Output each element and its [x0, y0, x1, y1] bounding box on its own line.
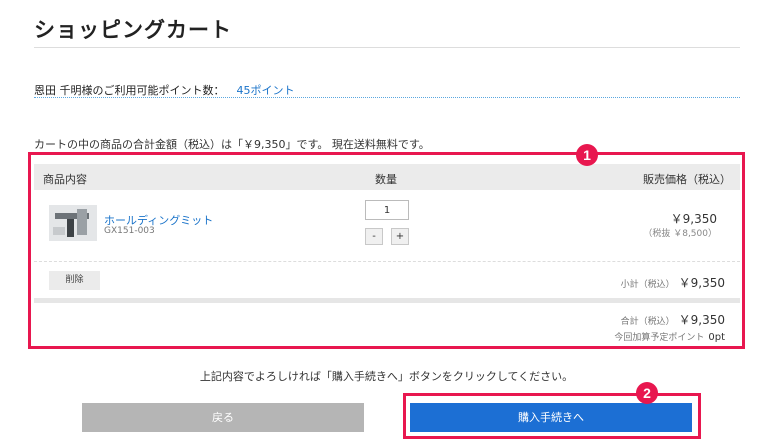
- checkout-instruction: 上記内容でよろしければ「購入手続きへ」ボタンをクリックしてください。: [199, 370, 574, 383]
- available-points-value: 45ポイント: [236, 84, 295, 97]
- available-points-row: 恩田 千明様のご利用可能ポイント数： 45ポイント: [34, 82, 295, 98]
- callout-marker-1: 1: [576, 144, 598, 166]
- cart-highlight-frame: [28, 152, 745, 349]
- callout-marker-2: 2: [636, 382, 658, 404]
- back-button[interactable]: 戻る: [82, 403, 364, 432]
- page-title: ショッピングカート: [34, 18, 232, 42]
- points-divider: [34, 97, 740, 98]
- title-divider: [34, 47, 740, 48]
- checkout-highlight-frame: [403, 393, 701, 439]
- available-points-label: 恩田 千明様のご利用可能ポイント数：: [34, 84, 225, 97]
- cart-summary-text: カートの中の商品の合計金額（税込）は「￥9,350」です。 現在送料無料です。: [34, 138, 430, 151]
